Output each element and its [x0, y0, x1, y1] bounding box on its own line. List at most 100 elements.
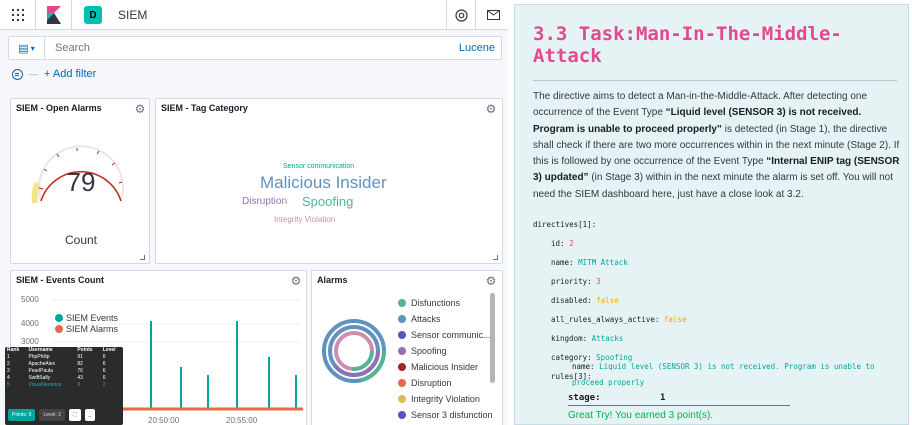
table-row: 3 PearlPaula 76 6 [5, 368, 123, 375]
legend-label: Disfunctions [411, 298, 461, 308]
tag-cloud-word[interactable]: Malicious Insider [260, 173, 387, 193]
legend-dot [398, 363, 406, 371]
saved-query-button[interactable]: ▤ ▾ [9, 37, 45, 59]
points-button[interactable]: Points: 9 [8, 409, 36, 421]
filter-icon[interactable] [12, 68, 23, 80]
add-filter-button[interactable]: + Add filter [44, 68, 96, 80]
legend-label: Attacks [411, 314, 441, 324]
tag-category-panel: SIEM - Tag Category ⚙ Sensor communicati… [155, 98, 503, 264]
legend-item[interactable]: Attacks [398, 314, 441, 324]
legend-label: Sensor communic... [411, 330, 491, 340]
minimize-icon[interactable]: _ [84, 409, 96, 421]
resize-handle[interactable] [493, 255, 498, 260]
gauge-label: Count [64, 233, 98, 247]
legend-dot [398, 315, 406, 323]
search-input[interactable] [55, 42, 375, 54]
legend-label: Malicious Insider [411, 362, 479, 372]
save-icon: ▤ [18, 42, 29, 55]
table-cell: 1 [7, 354, 10, 360]
legend-dot [398, 299, 406, 307]
tag-cloud-word[interactable]: Integrity Violation [274, 215, 335, 224]
kibana-logo[interactable] [36, 0, 72, 30]
leaderboard-footer: Points: 9 Level: 2 ⛶ _ [8, 409, 96, 421]
table-row-current-user: 5 VisualVeronica 9 2 [5, 382, 123, 389]
apps-menu-button[interactable] [0, 0, 36, 30]
table-cell: PearlPaula [28, 368, 53, 374]
resize-handle[interactable] [140, 255, 145, 260]
x-tick-label: 20:50:00 [148, 416, 180, 425]
legend-dot [398, 331, 406, 339]
task-pane: 3.3 Task:Man-In-The-Middle-Attack The di… [510, 0, 912, 425]
x-tick-label: 20:55:00 [226, 416, 258, 425]
alarms-panel: Alarms ⚙ Disfunctions Attacks Sensor com… [311, 270, 503, 425]
legend-item[interactable]: Integrity Violation [398, 394, 480, 404]
code-line: directives[1]: [533, 220, 597, 229]
legend-label: Spoofing [411, 346, 447, 356]
feedback-message: Great Try! You earned 3 point(s). [568, 410, 714, 421]
stage-input-underline [568, 405, 790, 406]
legend-dot [398, 347, 406, 355]
grid-icon [11, 9, 24, 21]
table-cell: 82 [77, 361, 83, 367]
tag-cloud-word[interactable]: Spoofing [302, 194, 353, 209]
filter-separator: — [29, 69, 38, 79]
y-tick-label: 5000 [21, 295, 39, 304]
legend-item[interactable]: Spoofing [398, 346, 447, 356]
table-cell: 2 [7, 361, 10, 367]
space-avatar[interactable]: D [84, 6, 102, 24]
code-line: id: 2 [551, 239, 574, 248]
table-header-row: Rank Username Points Level [5, 347, 123, 354]
legend-label: Disruption [411, 378, 452, 388]
code-line: category: Spoofing [551, 353, 633, 362]
task-description: The directive aims to detect a Man-in-th… [533, 89, 901, 203]
code-line: name: Liquid level (SENSOR 3) is not rec… [572, 362, 875, 371]
legend-label: Integrity Violation [411, 394, 480, 404]
table-cell: 6 [102, 361, 106, 367]
code-line: all_rules_always_active: false [551, 315, 687, 324]
y-tick-label: 4000 [21, 319, 39, 328]
app-title: SIEM [118, 8, 148, 22]
level-button[interactable]: Level: 2 [39, 409, 65, 421]
table-cell: VisualVeronica [28, 382, 62, 388]
help-icon [454, 8, 468, 22]
legend-label: SIEM Alarms [66, 324, 119, 334]
legend-item[interactable]: Disfunctions [398, 298, 460, 308]
gear-icon[interactable]: ⚙ [484, 274, 498, 288]
table-cell: 6 [102, 368, 106, 374]
table-row: 1 PhpPhilip 91 6 [5, 354, 123, 361]
newsfeed-button[interactable] [478, 0, 508, 30]
expand-icon[interactable]: ⛶ [68, 409, 81, 421]
alarms-donut-chart [322, 319, 386, 383]
table-cell: 6 [102, 375, 106, 381]
column-header: Username [28, 347, 53, 353]
table-cell: 9 [77, 382, 81, 388]
gauge-value: 79 [66, 167, 96, 197]
legend-item[interactable]: Sensor communic... [398, 330, 491, 340]
legend-item[interactable]: SIEM Alarms [55, 324, 118, 334]
column-header: Level [102, 347, 116, 353]
table-cell: 4 [7, 375, 10, 381]
query-language-toggle[interactable]: Lucene [459, 42, 495, 54]
stage-answer-input[interactable]: 1 [660, 393, 665, 403]
gear-icon[interactable]: ⚙ [484, 102, 498, 116]
table-row: 4 SwiftSally 43 6 [5, 375, 123, 382]
y-tick-label: 3000 [21, 337, 39, 346]
tag-cloud-word[interactable]: Sensor communication [283, 163, 354, 170]
tag-cloud-word[interactable]: Disruption [242, 196, 287, 207]
divider [533, 80, 897, 81]
chevron-down-icon: ▾ [30, 43, 35, 53]
leaderboard-widget: Rank Username Points Level 1 PhpPhilip 91 6… [5, 347, 123, 425]
legend-item[interactable]: SIEM Events [55, 313, 118, 323]
code-line: disabled: false [551, 296, 619, 305]
table-cell: ApacheAlex [28, 361, 56, 367]
table-cell: 3 [7, 368, 10, 374]
legend-item[interactable]: Malicious Insider [398, 362, 478, 372]
table-cell: 5 [7, 382, 10, 388]
scrollbar[interactable] [490, 293, 495, 383]
legend-item[interactable]: Sensor 3 disfunction [398, 410, 493, 420]
help-button[interactable] [446, 0, 476, 30]
legend-dot [398, 411, 406, 419]
code-line: kingdom: Attacks [551, 334, 624, 343]
table-cell: 2 [102, 382, 106, 388]
legend-item[interactable]: Disruption [398, 378, 452, 388]
